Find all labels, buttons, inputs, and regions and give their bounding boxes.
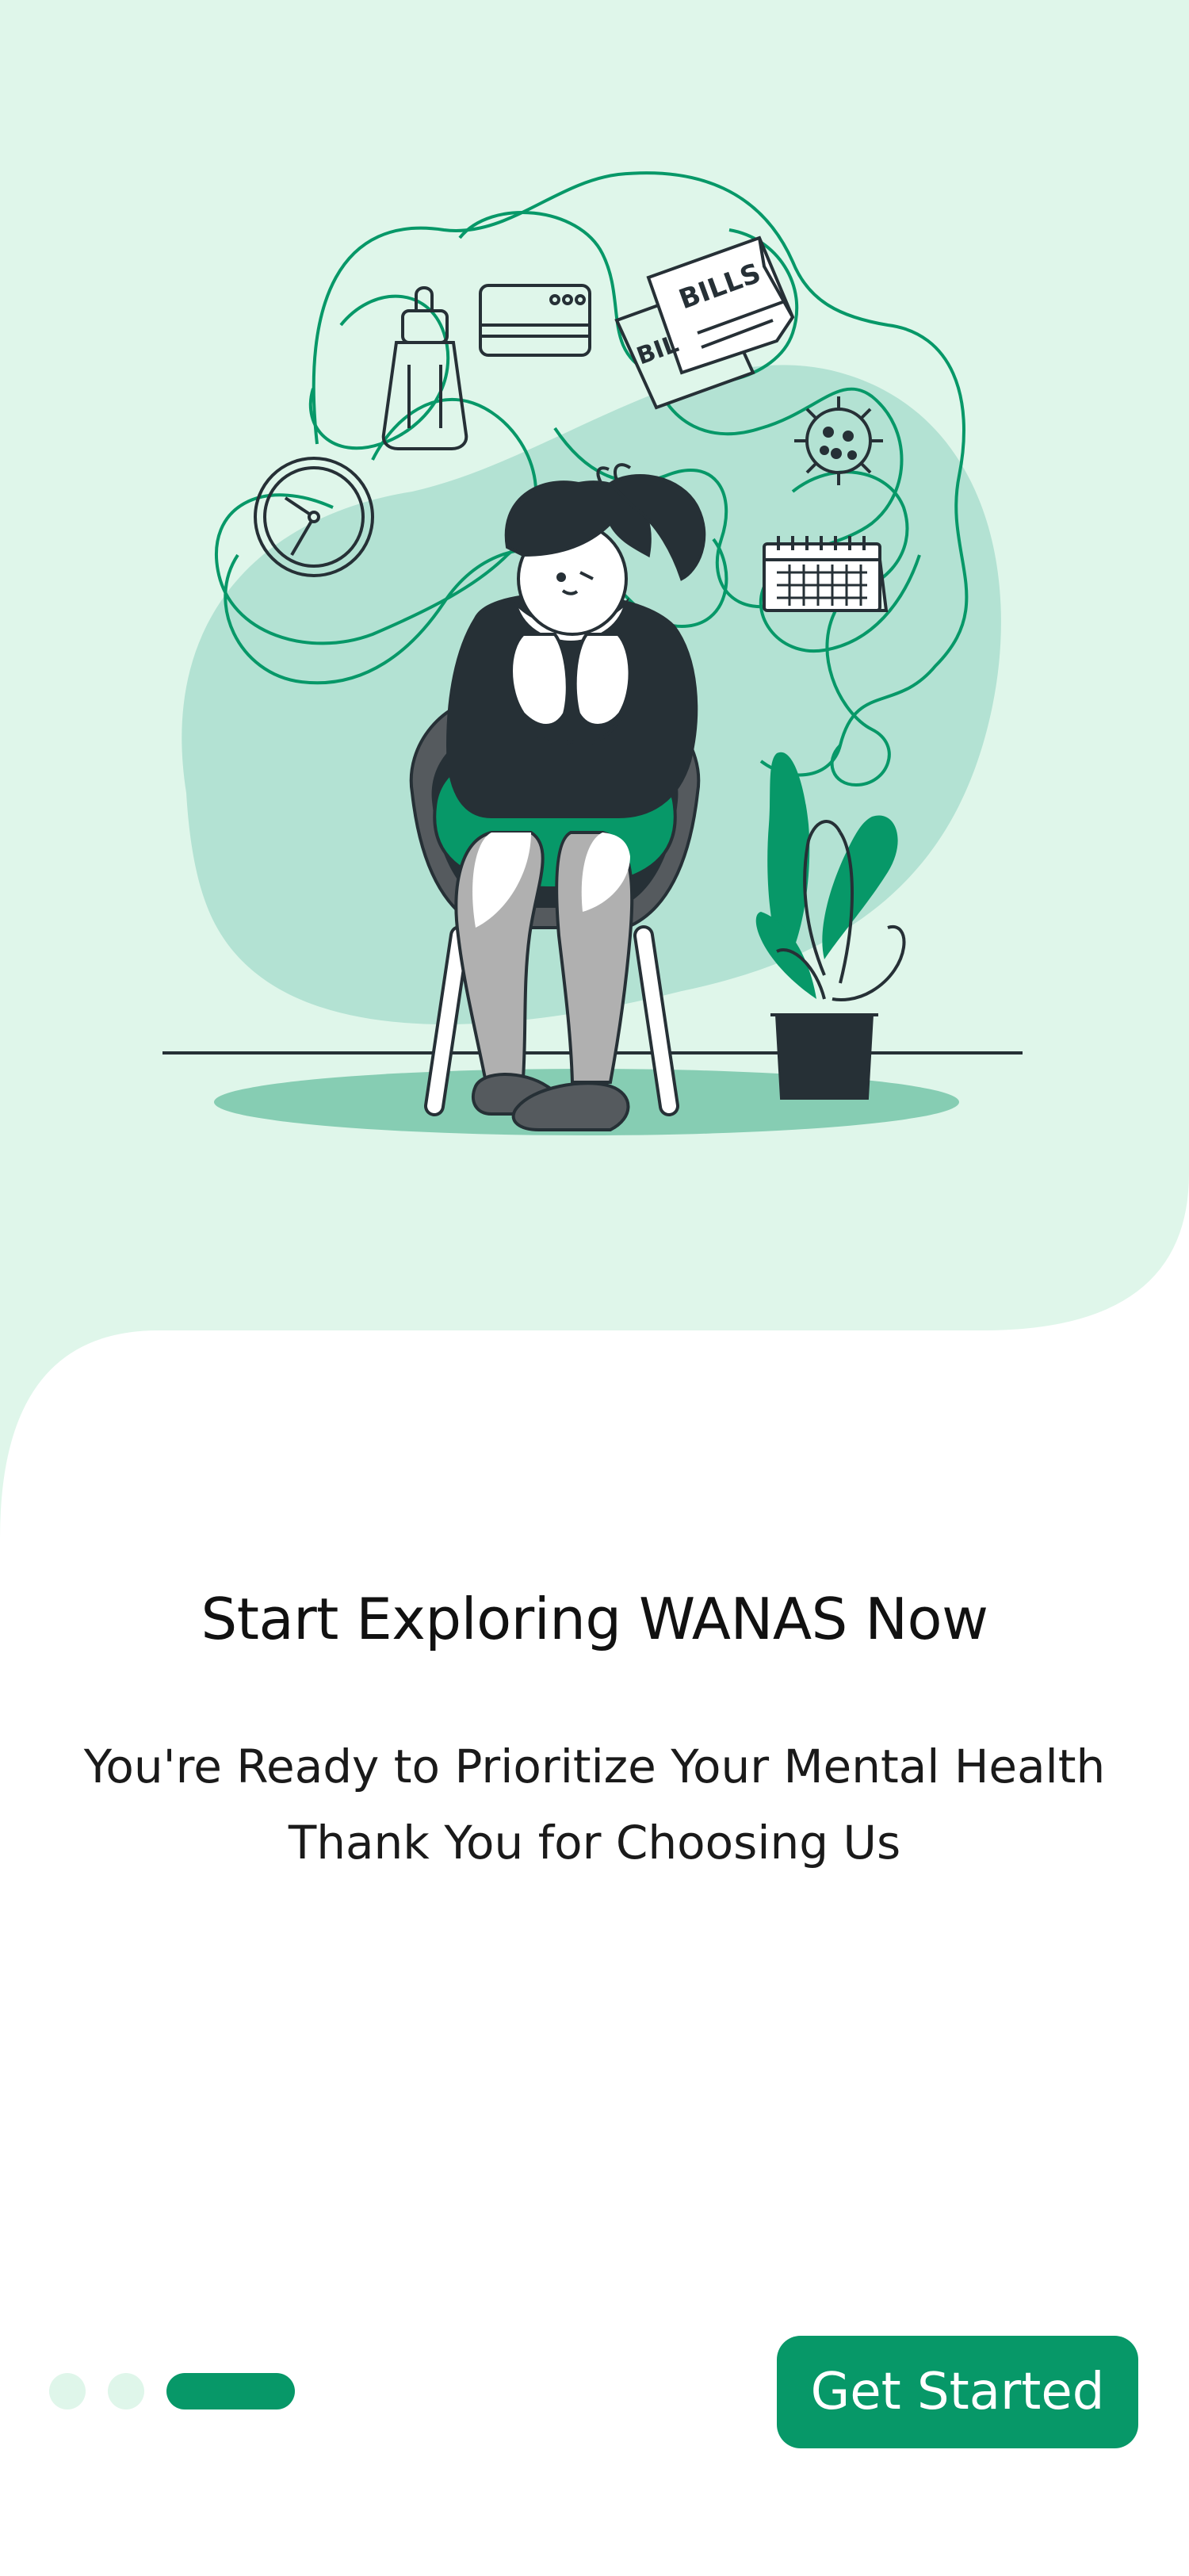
page-title: Start Exploring WANAS Now xyxy=(201,1586,988,1652)
subtitle-line-2: Thank You for Choosing Us xyxy=(288,1816,901,1870)
hero-illustration-section: BILLS BIL xyxy=(0,0,1189,1538)
page-subtitle: You're Ready to Prioritize Your Mental H… xyxy=(0,1728,1189,1881)
page-dot-3-active[interactable] xyxy=(166,2373,295,2409)
get-started-button[interactable]: Get Started xyxy=(777,2336,1138,2448)
stressed-woman-illustration: BILLS BIL xyxy=(0,0,1189,1538)
page-dot-1[interactable] xyxy=(49,2373,86,2409)
subtitle-line-1: You're Ready to Prioritize Your Mental H… xyxy=(83,1740,1106,1793)
page-dot-2[interactable] xyxy=(108,2373,144,2409)
page-indicator xyxy=(49,2373,295,2409)
calendar-icon xyxy=(763,536,889,612)
